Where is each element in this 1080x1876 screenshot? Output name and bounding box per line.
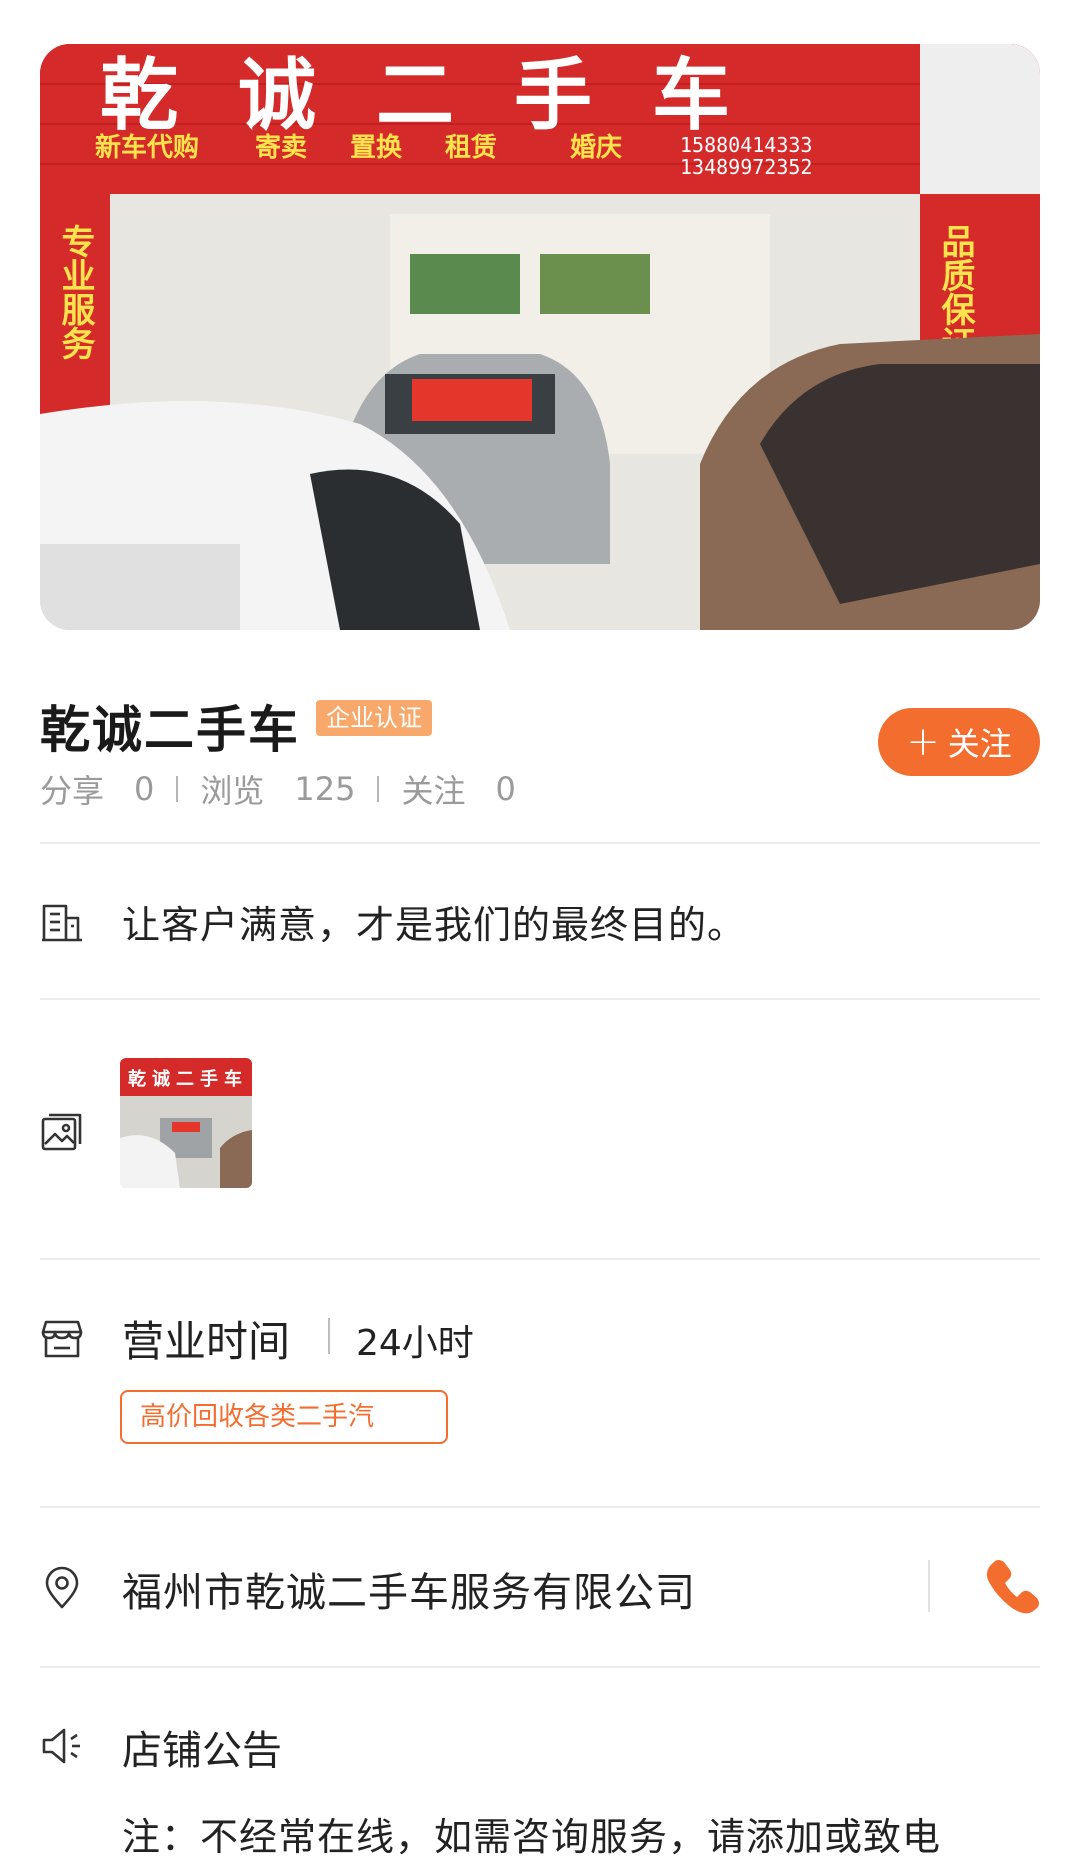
shop-stats: 分享 0 浏览 125 关注 0 [40, 766, 516, 812]
sign-phone-1: 15880414333 [680, 133, 812, 157]
left-banner-text: 专业服务 [55, 224, 95, 360]
hours-divider [328, 1318, 330, 1354]
storefront-illustration: 乾诚二手车 新车代购 寄卖 置换 租赁 婚庆 15880414333 13489… [40, 44, 1040, 630]
address-divider [928, 1560, 930, 1612]
section-divider [40, 1666, 1040, 1668]
shop-name: 乾诚二手车 [40, 701, 300, 759]
image-icon [40, 1110, 84, 1154]
plus-icon: + [906, 719, 940, 765]
follow-button-label: 关注 [947, 725, 1012, 763]
thumb-sign-text: 乾诚二手车 [128, 1068, 248, 1090]
building-icon [40, 900, 84, 944]
section-divider [40, 842, 1040, 844]
share-count: 0 [134, 770, 155, 808]
shop-slogan: 让客户满意，才是我们的最终目的。 [122, 903, 747, 947]
sign-title: 乾诚二手车 [100, 51, 790, 141]
location-pin-icon [40, 1566, 84, 1610]
follow-button[interactable]: + 关注 [878, 708, 1040, 776]
stats-divider [176, 776, 179, 802]
stats-divider [377, 776, 380, 802]
shop-photo-thumbnail[interactable]: 乾诚二手车 [120, 1058, 252, 1188]
sign-service-5: 婚庆 [570, 132, 622, 163]
store-icon [40, 1316, 84, 1360]
section-divider [40, 1258, 1040, 1260]
shop-header: 乾诚二手车 企业认证 分享 0 浏览 125 关注 0 + 关注 [40, 690, 1040, 810]
shop-address[interactable]: 福州市乾诚二手车服务有限公司 [122, 1560, 696, 1618]
enterprise-cert-badge: 企业认证 [316, 700, 432, 736]
business-hours-label: 营业时间 [122, 1317, 291, 1366]
section-divider [40, 1506, 1040, 1508]
sign-service-1: 新车代购 [95, 132, 199, 163]
sign-phone-2: 13489972352 [680, 155, 812, 179]
sign-service-4: 租赁 [445, 133, 497, 163]
followers-label: 关注 [401, 772, 466, 810]
speaker-icon [40, 1724, 84, 1768]
views-count: 125 [294, 770, 356, 808]
service-tag: 高价回收各类二手汽 [120, 1390, 448, 1444]
sign-service-2: 寄卖 [255, 132, 307, 163]
phone-icon[interactable] [980, 1552, 1046, 1618]
shop-cover-photo[interactable]: 乾诚二手车 新车代购 寄卖 置换 租赁 婚庆 15880414333 13489… [40, 44, 1040, 630]
store-notice-text: 注：不经常在线，如需咨询服务，请添加或致电 [122, 1815, 942, 1859]
share-label: 分享 [40, 772, 105, 810]
views-label: 浏览 [200, 772, 265, 810]
store-notice-title: 店铺公告 [122, 1728, 282, 1774]
section-divider [40, 998, 1040, 1000]
sign-service-3: 置换 [350, 133, 403, 163]
business-hours-value: 24小时 [356, 1323, 474, 1364]
followers-count: 0 [495, 770, 516, 808]
